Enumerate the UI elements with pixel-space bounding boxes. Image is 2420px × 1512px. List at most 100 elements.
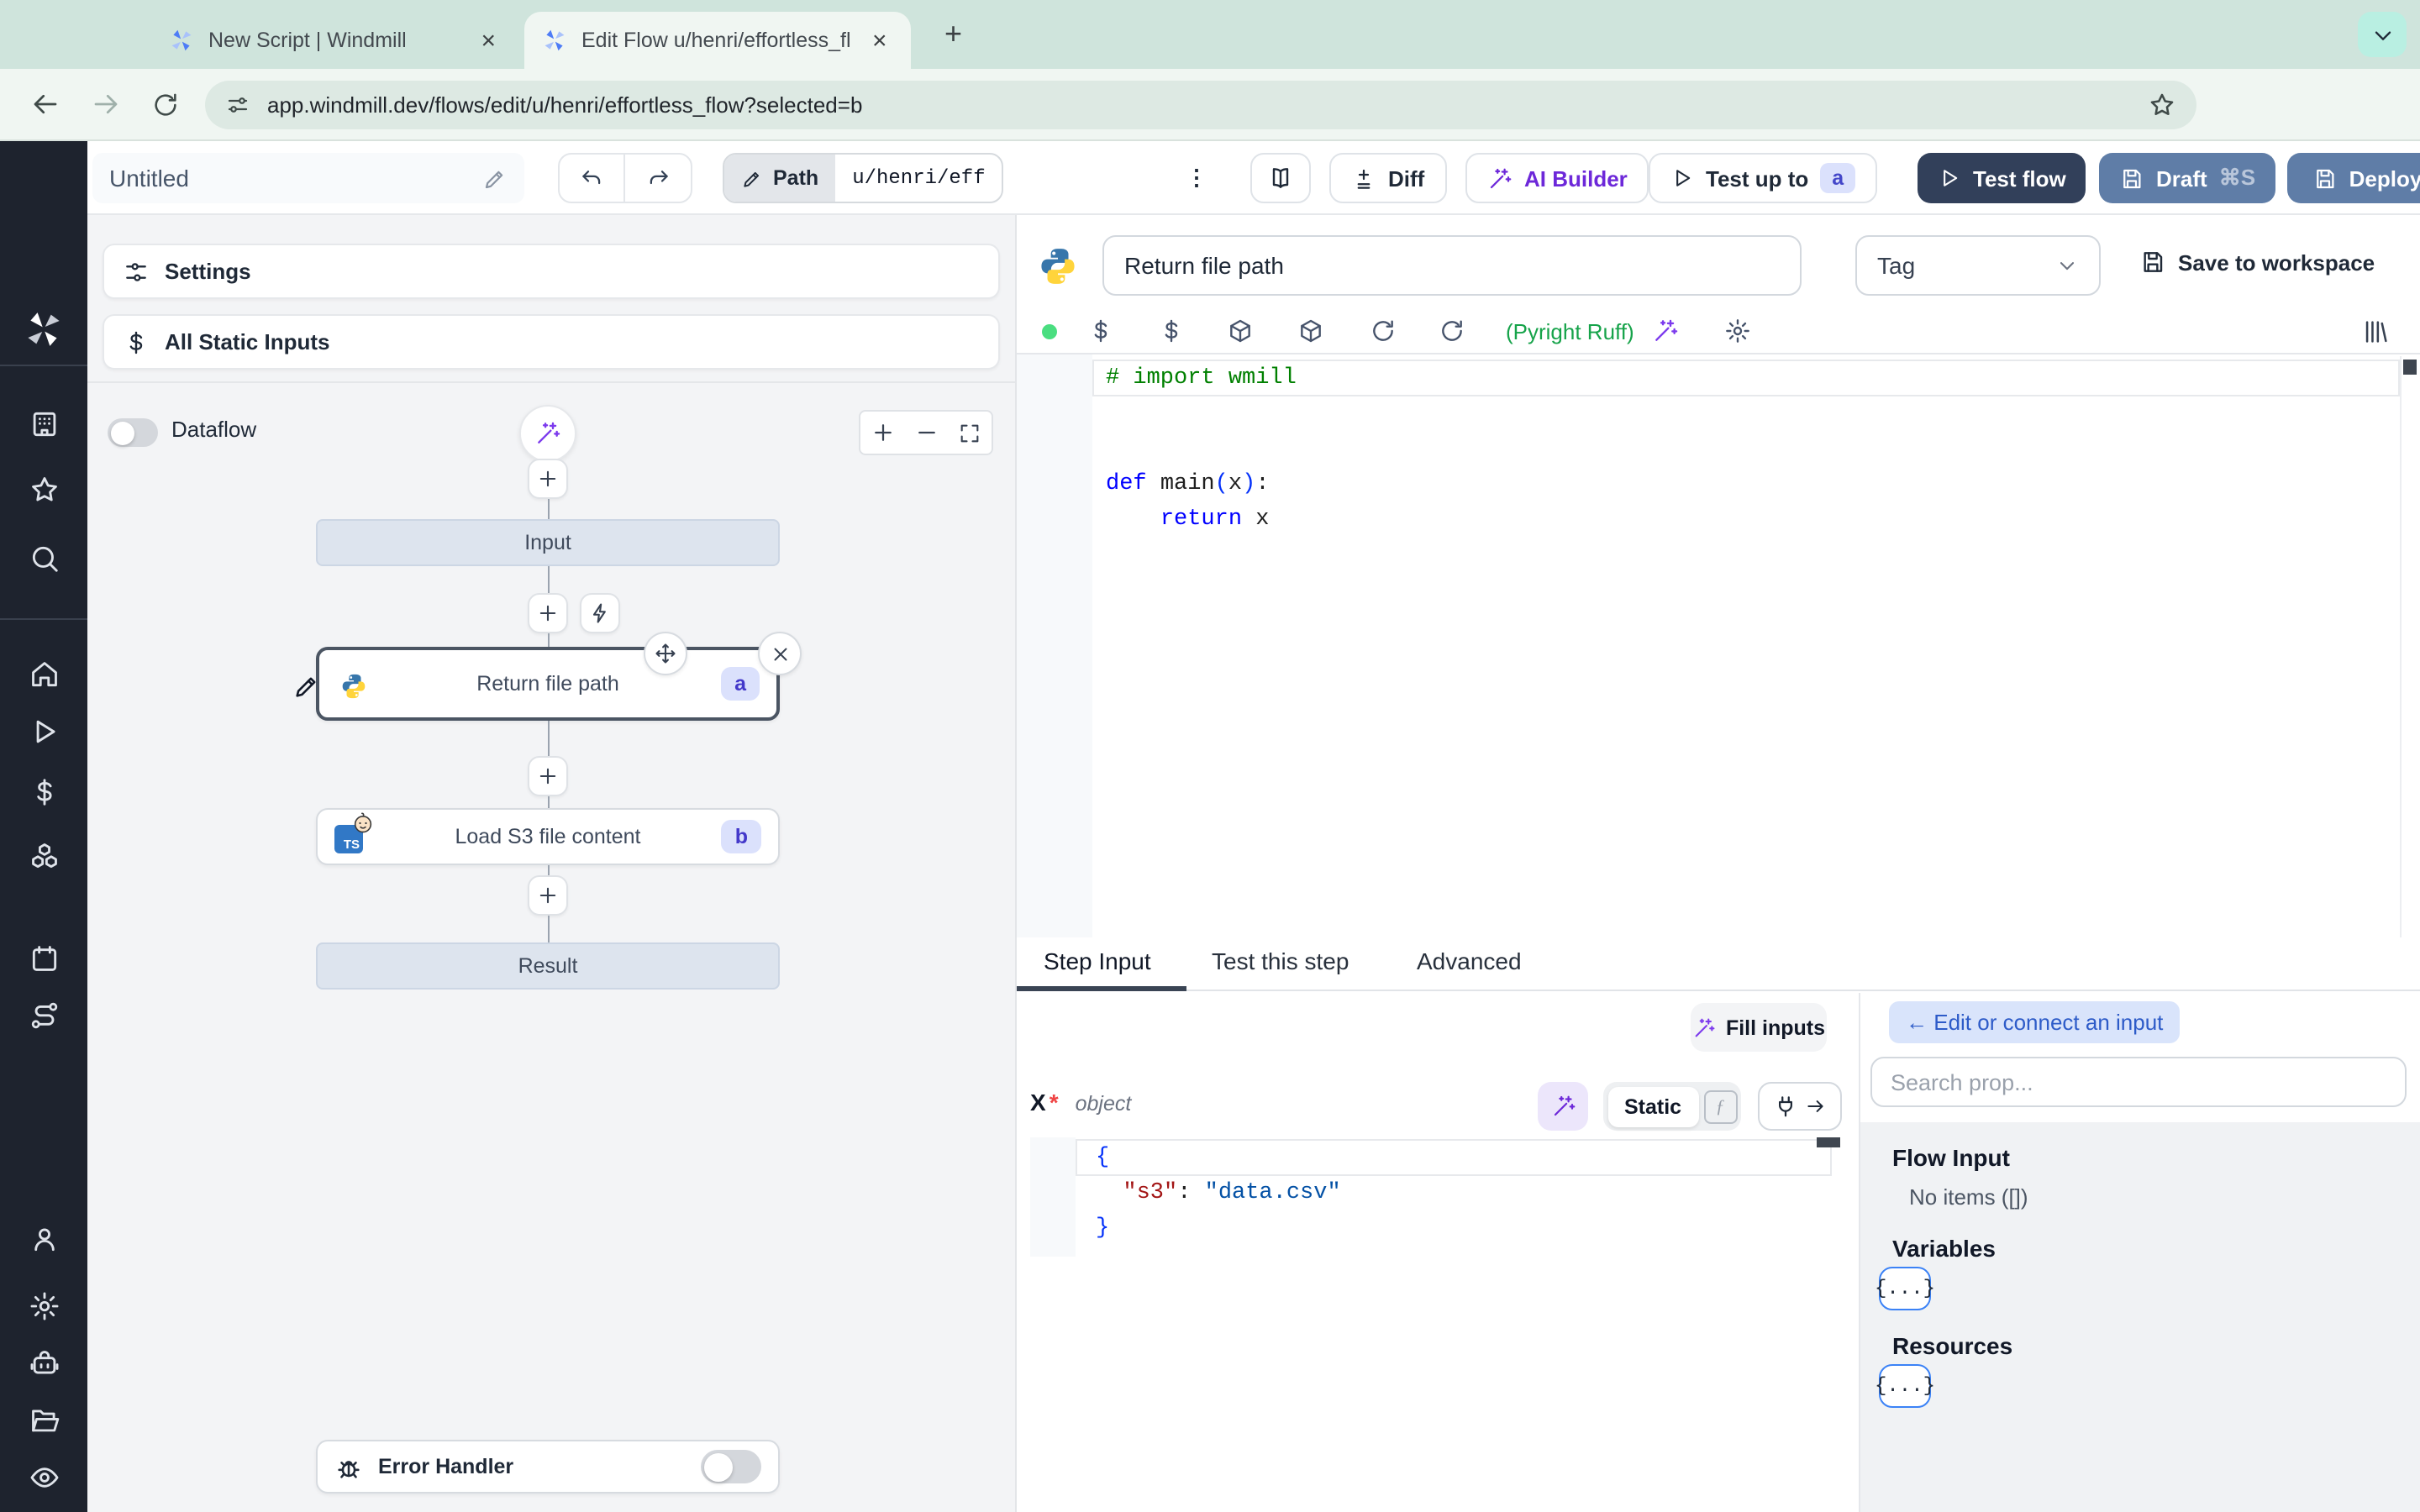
docs-book-button[interactable] [1250, 153, 1311, 203]
code-editor[interactable]: # import wmill def main(x): return x [1017, 353, 2420, 937]
tab-close-icon[interactable]: × [867, 28, 892, 53]
sidebar-item-resources-boxes-icon[interactable] [0, 840, 87, 872]
sidebar-item-settings-gear-icon[interactable] [0, 1290, 87, 1322]
flow-settings-button[interactable]: Settings [103, 244, 1000, 299]
browser-tab-new-script[interactable]: New Script | Windmill × [151, 12, 518, 69]
tab-test-this-step[interactable]: Test this step [1212, 948, 1349, 974]
edit-step-pencil-icon[interactable] [292, 672, 321, 701]
step-node-label: Load S3 file content [455, 825, 641, 848]
tab-advanced[interactable]: Advanced [1417, 948, 1522, 974]
step-node-a-return-file-path[interactable]: Return file path a [316, 647, 780, 721]
add-trigger-bolt-button[interactable] [580, 593, 620, 633]
sidebar-item-folders-icon[interactable] [0, 1404, 87, 1436]
variables-dollar-icon[interactable] [1158, 318, 1185, 344]
rail-divider [0, 365, 87, 366]
library-icon[interactable] [2361, 317, 2390, 345]
add-top-step-button[interactable] [528, 459, 568, 499]
add-step-button[interactable] [528, 875, 568, 916]
draft-button[interactable]: Draft ⌘S [2099, 153, 2276, 203]
path-value[interactable]: u/henri/eff [835, 155, 1002, 202]
deploy-button[interactable]: Deploy [2287, 153, 2420, 203]
flow-input-node[interactable]: Input [316, 519, 780, 566]
tab-close-icon[interactable]: × [476, 28, 501, 53]
scrollbar-thumb[interactable] [1817, 1137, 1840, 1147]
sidebar-item-runs-play-icon[interactable] [0, 716, 87, 748]
add-step-button[interactable] [528, 756, 568, 796]
step-node-b-load-s3-file[interactable]: TS Load S3 file content b [316, 808, 780, 865]
error-handler-toggle[interactable] [701, 1450, 761, 1483]
windmill-logo[interactable] [0, 307, 87, 351]
browser-tab-edit-flow[interactable]: Edit Flow u/henri/effortless_fl × [524, 12, 911, 69]
test-flow-button[interactable]: Test flow [1918, 153, 2086, 203]
path-control[interactable]: Path u/henri/eff [723, 153, 1004, 203]
bookmark-star-icon[interactable] [2148, 91, 2176, 119]
connect-input-button[interactable] [1758, 1082, 1842, 1131]
bun-runtime-icon [351, 811, 375, 835]
sidebar-item-home-icon[interactable] [0, 659, 87, 690]
fit-view-button[interactable] [948, 421, 992, 444]
package-icon[interactable] [1227, 318, 1254, 344]
tab-step-input[interactable]: Step Input [1044, 948, 1151, 974]
sidebar-item-search-icon[interactable] [0, 543, 87, 575]
undo-button[interactable] [560, 155, 625, 202]
sidebar-item-users-icon[interactable] [0, 1223, 87, 1255]
static-mode-button[interactable]: Static [1607, 1086, 1699, 1126]
reload-deps-icon[interactable] [1370, 318, 1397, 344]
url-bar[interactable]: app.windmill.dev/flows/edit/u/henri/effo… [205, 81, 2196, 129]
argument-name: X * object [1030, 1089, 1131, 1116]
tab-search-button[interactable] [2358, 12, 2407, 57]
tag-select[interactable]: Tag [1855, 235, 2101, 296]
test-up-to-button[interactable]: Test up to a [1649, 153, 1878, 203]
json-input-editor[interactable]: { "s3": "data.csv"} [1030, 1137, 1845, 1257]
ai-wand-icon[interactable] [1652, 318, 1679, 344]
javascript-expr-button[interactable]: ƒ [1703, 1089, 1738, 1123]
back-button[interactable] [30, 89, 60, 119]
move-step-button[interactable] [644, 632, 687, 675]
redo-button[interactable] [625, 155, 691, 202]
new-tab-button[interactable]: + [944, 17, 962, 52]
save-to-workspace-button[interactable]: Save to workspace [2139, 249, 2375, 276]
edit-or-connect-button[interactable]: ← Edit or connect an input [1889, 1001, 2181, 1043]
site-settings-icon[interactable] [225, 92, 250, 118]
all-static-inputs-button[interactable]: All Static Inputs [103, 314, 1000, 370]
package-icon[interactable] [1297, 318, 1324, 344]
sidebar-item-schedules-calendar-icon[interactable] [0, 942, 87, 974]
flow-title-field[interactable]: Untitled [92, 153, 524, 203]
reload-button[interactable] [151, 90, 180, 118]
reload-deps-icon[interactable] [1439, 318, 1465, 344]
ai-builder-button[interactable]: AI Builder [1465, 153, 1649, 203]
sidebar-item-variables-dollar-icon[interactable] [0, 776, 87, 808]
python-code[interactable]: # import wmill def main(x): return x [1106, 361, 1297, 538]
forward-button[interactable] [91, 89, 121, 119]
fill-inputs-button[interactable]: Fill inputs [1691, 1003, 1827, 1052]
editor-scrollbar[interactable] [2400, 356, 2417, 937]
add-step-button[interactable] [528, 593, 568, 633]
lint-status-label[interactable]: (Pyright Ruff) [1506, 318, 1634, 344]
sidebar-item-workers-robot-icon[interactable] [0, 1347, 87, 1379]
graph-edge [548, 865, 550, 875]
zoom-in-button[interactable] [860, 420, 904, 445]
search-prop-input[interactable] [1870, 1057, 2407, 1107]
static-inputs-dollar-icon[interactable] [1087, 318, 1114, 344]
editor-settings-gear-icon[interactable] [1724, 318, 1751, 344]
ai-input-wand-button[interactable] [1538, 1082, 1588, 1131]
sidebar-item-favorites-star-icon[interactable] [0, 474, 87, 506]
flow-result-node[interactable]: Result [316, 942, 780, 990]
sidebar-item-triggers-route-icon[interactable] [0, 1000, 87, 1032]
diff-button[interactable]: Diff [1329, 153, 1447, 203]
zoom-out-button[interactable] [904, 420, 948, 445]
more-options-kebab-icon[interactable]: ⋮ [1180, 153, 1213, 203]
ai-flow-wand-button[interactable] [519, 405, 576, 462]
step-name-input[interactable] [1102, 235, 1802, 296]
sidebar-item-workspace-icon[interactable] [0, 408, 87, 440]
resources-expand-button[interactable]: {...} [1875, 1364, 1935, 1408]
sidebar-item-audit-eye-icon[interactable] [0, 1462, 87, 1494]
error-handler-card[interactable]: Error Handler [316, 1440, 780, 1494]
delete-step-button[interactable] [758, 632, 802, 675]
json-code[interactable]: { "s3": "data.csv"} [1096, 1141, 1341, 1247]
dataflow-toggle[interactable] [108, 418, 158, 447]
scrollbar-thumb[interactable] [2403, 360, 2417, 375]
url-text[interactable]: app.windmill.dev/flows/edit/u/henri/effo… [267, 92, 2148, 118]
edit-title-pencil-icon[interactable] [482, 165, 508, 191]
variables-expand-button[interactable]: {...} [1875, 1267, 1935, 1310]
